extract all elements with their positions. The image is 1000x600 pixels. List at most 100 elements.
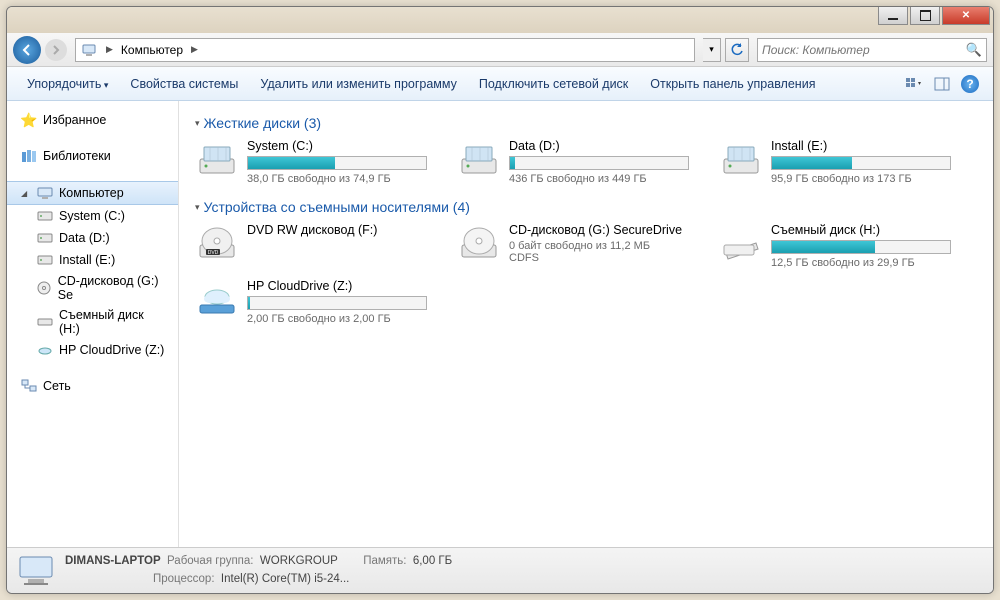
drive-item[interactable]: DVD DVD RW дисковод (F:) [195, 223, 431, 269]
toolbar: Упорядочить Свойства системы Удалить или… [7, 67, 993, 101]
drive-stat: 95,9 ГБ свободно из 173 ГБ [771, 173, 955, 185]
computer-icon [80, 41, 98, 59]
sidebar-label: Install (E:) [59, 253, 115, 267]
hdd-icon [37, 230, 53, 246]
drive-name: System (C:) [247, 139, 431, 153]
usage-bar [247, 156, 427, 170]
workgroup-label: Рабочая группа: [167, 555, 253, 567]
cd-icon [37, 280, 52, 296]
sidebar-drive-g[interactable]: CD-дисковод (G:) Se [7, 271, 178, 305]
sidebar-drive-e[interactable]: Install (E:) [7, 249, 178, 271]
usage-bar [509, 156, 689, 170]
sidebar-label: Библиотеки [43, 149, 111, 163]
sidebar-label: Сеть [43, 379, 71, 393]
drive-item[interactable]: System (C:) 38,0 ГБ свободно из 74,9 ГБ [195, 139, 431, 185]
preview-pane-button[interactable] [931, 73, 953, 95]
section-header-hdd[interactable]: ▾ Жесткие диски (3) [195, 115, 977, 131]
drive-icon: DVD [195, 223, 239, 263]
section-header-removable[interactable]: ▾ Устройства со съемными носителями (4) [195, 199, 977, 215]
drive-extra: CDFS [509, 252, 693, 264]
drive-item[interactable]: Install (E:) 95,9 ГБ свободно из 173 ГБ [719, 139, 955, 185]
explorer-window: ▶ Компьютер ▶ ▾ 🔍 Упорядочить Свойства с… [6, 6, 994, 594]
sidebar-label: HP CloudDrive (Z:) [59, 343, 164, 357]
drive-name: Data (D:) [509, 139, 693, 153]
sidebar: ⭐ Избранное Библиотеки ◢ К [7, 101, 179, 547]
address-bar[interactable]: ▶ Компьютер ▶ [75, 38, 695, 62]
usage-bar [771, 240, 951, 254]
uninstall-program-button[interactable]: Удалить или изменить программу [250, 73, 467, 95]
drive-name: HP CloudDrive (Z:) [247, 279, 431, 293]
sidebar-libraries[interactable]: Библиотеки [7, 145, 178, 167]
libraries-icon [21, 148, 37, 164]
drive-item[interactable]: Data (D:) 436 ГБ свободно из 449 ГБ [457, 139, 693, 185]
search-input[interactable] [762, 43, 966, 57]
system-properties-button[interactable]: Свойства системы [120, 73, 248, 95]
titlebar [7, 7, 993, 33]
usb-icon [37, 314, 53, 330]
breadcrumb-root[interactable]: Компьютер [117, 43, 187, 57]
control-panel-button[interactable]: Открыть панель управления [640, 73, 825, 95]
sidebar-label: Компьютер [59, 186, 124, 200]
sidebar-label: CD-дисковод (G:) Se [58, 274, 168, 302]
forward-button[interactable] [45, 39, 67, 61]
sidebar-label: System (C:) [59, 209, 125, 223]
help-button[interactable]: ? [959, 73, 981, 95]
drive-stat: 38,0 ГБ свободно из 74,9 ГБ [247, 173, 431, 185]
drive-item[interactable]: HP CloudDrive (Z:) 2,00 ГБ свободно из 2,… [195, 279, 431, 325]
drive-stat: 0 байт свободно из 11,2 МБ [509, 240, 693, 252]
main-pane: ▾ Жесткие диски (3) System (C:) 38,0 ГБ с… [179, 101, 993, 547]
body: ⭐ Избранное Библиотеки ◢ К [7, 101, 993, 547]
drive-icon [457, 139, 501, 179]
statusbar: DIMANS-LAPTOP Рабочая группа: WORKGROUP … [7, 547, 993, 593]
drive-name: DVD RW дисковод (F:) [247, 223, 431, 237]
star-icon: ⭐ [21, 112, 37, 128]
sidebar-favorites[interactable]: ⭐ Избранное [7, 109, 178, 131]
drive-icon [457, 223, 501, 263]
drive-stat: 2,00 ГБ свободно из 2,00 ГБ [247, 313, 431, 325]
close-button[interactable] [942, 7, 990, 25]
cpu-value: Intel(R) Core(TM) i5-24... [221, 573, 349, 585]
hdd-icon [37, 208, 53, 224]
map-network-drive-button[interactable]: Подключить сетевой диск [469, 73, 638, 95]
drive-stat: 436 ГБ свободно из 449 ГБ [509, 173, 693, 185]
drive-item[interactable]: Съемный диск (H:)12,5 ГБ свободно из 29,… [719, 223, 955, 269]
sidebar-drive-d[interactable]: Data (D:) [7, 227, 178, 249]
hdd-icon [37, 252, 53, 268]
breadcrumb-arrow-icon: ▶ [187, 44, 202, 55]
drive-icon [195, 139, 239, 179]
refresh-button[interactable] [725, 38, 749, 62]
sidebar-computer[interactable]: ◢ Компьютер [7, 181, 178, 205]
expand-icon[interactable]: ◢ [21, 189, 29, 198]
sidebar-drive-z[interactable]: HP CloudDrive (Z:) [7, 339, 178, 361]
address-dropdown-button[interactable]: ▾ [703, 38, 721, 62]
sidebar-network[interactable]: Сеть [7, 375, 178, 397]
status-info: DIMANS-LAPTOP Рабочая группа: WORKGROUP … [65, 553, 452, 588]
search-box[interactable]: 🔍 [757, 38, 987, 62]
breadcrumb-arrow-icon: ▶ [102, 44, 117, 55]
sidebar-drive-c[interactable]: System (C:) [7, 205, 178, 227]
sidebar-drive-h[interactable]: Съемный диск (H:) [7, 305, 178, 339]
maximize-button[interactable] [910, 7, 940, 25]
back-button[interactable] [13, 36, 41, 64]
ram-value: 6,00 ГБ [413, 555, 452, 567]
drive-name: Съемный диск (H:) [771, 223, 955, 237]
sidebar-label: Съемный диск (H:) [59, 308, 168, 336]
minimize-button[interactable] [878, 7, 908, 25]
workgroup-value: WORKGROUP [260, 555, 338, 567]
drive-icon [195, 279, 239, 319]
drive-icon [719, 139, 763, 179]
drive-name: CD-дисковод (G:) SecureDrive [509, 223, 693, 237]
network-icon [21, 378, 37, 394]
organize-menu[interactable]: Упорядочить [17, 73, 118, 95]
hostname: DIMANS-LAPTOP [65, 555, 161, 567]
computer-icon [37, 185, 53, 201]
cloud-icon [37, 342, 53, 358]
section-title: Устройства со съемными носителями (4) [204, 199, 470, 215]
usage-bar [247, 296, 427, 310]
section-title: Жесткие диски (3) [204, 115, 322, 131]
removable-list: DVD DVD RW дисковод (F:) CD-дисковод (G:) … [195, 223, 977, 325]
drive-item[interactable]: CD-дисковод (G:) SecureDrive 0 байт свобо… [457, 223, 693, 269]
view-options-button[interactable] [903, 73, 925, 95]
drive-name: Install (E:) [771, 139, 955, 153]
search-icon: 🔍 [966, 42, 982, 58]
